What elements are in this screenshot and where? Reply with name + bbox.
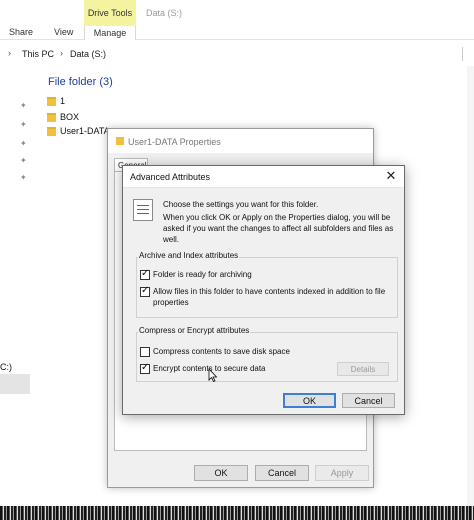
checkbox-label: Compress contents to save disk space — [153, 347, 290, 356]
address-dropdown-icon[interactable] — [462, 47, 474, 61]
pin-icon: ✦ — [20, 101, 27, 110]
pin-icon: ✦ — [20, 173, 27, 182]
tab-manage[interactable]: Manage — [84, 26, 136, 40]
list-item[interactable]: User1-DATA — [47, 124, 110, 138]
properties-titlebar[interactable]: User1-DATA Properties — [108, 129, 373, 153]
chevron-left-icon[interactable]: › — [8, 48, 11, 58]
file-group-header[interactable]: File folder (3) — [48, 76, 113, 88]
file-name: User1-DATA — [60, 126, 110, 136]
tab-share[interactable]: Share — [9, 27, 33, 37]
archive-ready-option[interactable]: Folder is ready for archiving — [140, 268, 252, 280]
breadcrumb-separator-icon[interactable]: › — [60, 48, 63, 58]
mouse-cursor-icon — [208, 368, 218, 382]
pin-icon: ✦ — [20, 139, 27, 148]
folder-icon — [47, 96, 56, 106]
checkbox-label: Allow files in this folder to have conte… — [153, 287, 386, 307]
list-item[interactable]: 1 — [47, 94, 65, 108]
window-title: Data (S:) — [146, 8, 183, 18]
checkbox-label: Folder is ready for archiving — [153, 270, 252, 279]
file-name: 1 — [60, 96, 66, 106]
settings-list-icon — [133, 199, 153, 221]
ribbon: Share View Drive Tools Manage Data (S:) — [0, 0, 474, 40]
properties-apply-button[interactable]: Apply — [315, 465, 369, 481]
advanced-attributes-dialog: Advanced Attributes ✕ Choose the setting… — [122, 165, 405, 415]
properties-ok-button[interactable]: OK — [194, 465, 248, 481]
breadcrumb-data-drive[interactable]: Data (S:) — [70, 49, 106, 59]
nav-drive-label[interactable]: C:) — [0, 362, 12, 372]
properties-title: User1-DATA Properties — [128, 137, 221, 147]
details-button[interactable]: Details — [337, 362, 389, 376]
folder-icon — [116, 137, 124, 145]
compress-checkbox[interactable] — [140, 347, 150, 357]
cancel-button[interactable]: Cancel — [342, 393, 395, 408]
address-bar[interactable]: › This PC › Data (S:) — [0, 45, 474, 65]
dialog-description-detail: When you click OK or Apply on the Proper… — [163, 213, 394, 244]
group-title: Archive and Index attributes — [138, 251, 240, 260]
dialog-description: Choose the settings you want for this fo… — [163, 200, 319, 209]
properties-cancel-button[interactable]: Cancel — [255, 465, 309, 481]
compress-option[interactable]: Compress contents to save disk space — [140, 346, 290, 357]
ok-button[interactable]: OK — [283, 393, 336, 408]
allow-index-option[interactable]: Allow files in this folder to have conte… — [140, 285, 390, 308]
pin-icon: ✦ — [20, 156, 27, 165]
archive-ready-checkbox[interactable] — [140, 268, 150, 280]
pin-icon: ✦ — [20, 120, 27, 129]
list-item[interactable]: BOX — [47, 110, 79, 124]
advanced-titlebar[interactable]: Advanced Attributes ✕ — [123, 166, 404, 188]
file-name: BOX — [60, 112, 80, 122]
close-icon[interactable]: ✕ — [384, 169, 398, 183]
scrollbar[interactable] — [467, 66, 474, 506]
dialog-title: Advanced Attributes — [130, 172, 211, 182]
encrypt-checkbox[interactable] — [140, 362, 150, 374]
tab-view[interactable]: View — [54, 27, 73, 37]
folder-icon — [47, 112, 56, 122]
group-title: Compress or Encrypt attributes — [138, 326, 251, 335]
folder-icon — [47, 126, 56, 136]
breadcrumb-this-pc[interactable]: This PC — [22, 49, 54, 59]
drive-tools-context-tab: Drive Tools — [84, 0, 136, 26]
encrypt-option[interactable]: Encrypt contents to secure data — [140, 362, 266, 374]
nav-selected-item[interactable] — [0, 374, 30, 394]
video-frame-edge — [0, 506, 474, 520]
allow-index-checkbox[interactable] — [140, 285, 150, 297]
